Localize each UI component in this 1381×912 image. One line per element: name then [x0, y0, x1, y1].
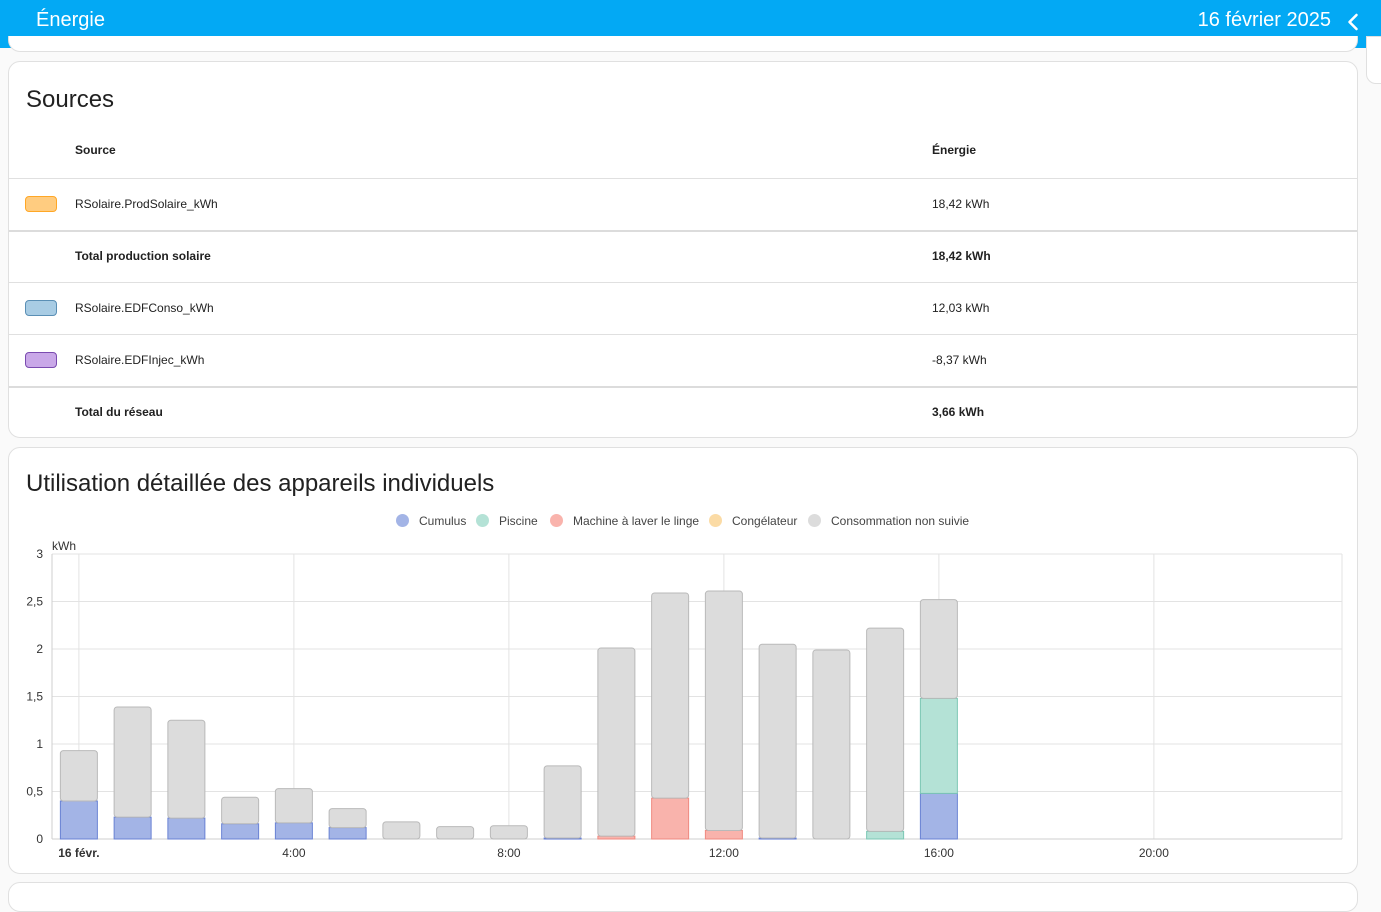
chart-bar [274, 788, 313, 824]
chart-bar [919, 792, 958, 840]
chart-bar [167, 817, 206, 840]
sources-card: Sources Source Énergie RSolaire.ProdSola… [8, 61, 1358, 438]
source-energy-value: 18,42 kWh [932, 197, 990, 211]
x-tick-label: 16 févr. [58, 846, 99, 860]
source-name: Total du réseau [75, 405, 163, 419]
x-tick-label: 8:00 [497, 846, 521, 860]
chart-bar [113, 706, 152, 818]
source-total-row: Total du réseau 3,66 kWh [9, 387, 1357, 438]
chart-bar [221, 796, 260, 825]
chart-bar [489, 825, 528, 840]
chart-bar [866, 627, 905, 832]
chart-bar [59, 800, 98, 840]
side-card [1366, 36, 1381, 84]
chart-bar [597, 647, 636, 837]
y-tick-label: 1 [36, 737, 43, 751]
source-energy-value: 18,42 kWh [932, 249, 991, 263]
x-tick-label: 20:00 [1139, 846, 1169, 860]
y-tick-label: 2 [36, 642, 43, 656]
source-name: Total production solaire [75, 249, 211, 263]
column-source: Source [75, 143, 116, 157]
source-color-swatch [25, 300, 57, 316]
source-row: RSolaire.EDFInjec_kWh -8,37 kWh [9, 335, 1357, 388]
chart-bar [167, 719, 206, 819]
chart-bar [436, 826, 475, 840]
column-energy: Énergie [932, 143, 977, 157]
device-usage-chart: 0 0,5 1 1,5 2 2,5 3 kWh 16 févr. 4:00 8:00 12:00 16:… [26, 539, 1343, 860]
chart-bar [328, 827, 367, 840]
x-tick-label: 4:00 [282, 846, 306, 860]
chart-bar [919, 697, 958, 794]
source-energy-value: 3,66 kWh [932, 405, 985, 419]
chart-bar [758, 643, 797, 839]
source-color-swatch [25, 352, 57, 368]
y-tick-label: 3 [36, 547, 43, 561]
source-name: RSolaire.ProdSolaire_kWh [75, 197, 218, 211]
next-card [8, 882, 1358, 912]
source-row: RSolaire.ProdSolaire_kWh 18,42 kWh [9, 179, 1357, 232]
source-name: RSolaire.EDFInjec_kWh [75, 353, 205, 367]
sources-title: Sources [26, 86, 115, 113]
chart-bar [651, 797, 690, 840]
y-axis-label: kWh [52, 539, 76, 553]
y-tick-label: 1,5 [26, 690, 43, 704]
chart-bar [866, 830, 905, 840]
chart-bar [704, 829, 743, 840]
previous-card [8, 36, 1358, 52]
y-tick-label: 0 [36, 832, 43, 846]
x-tick-label: 16:00 [924, 846, 954, 860]
sources-table-header: Source Énergie [9, 132, 1357, 179]
chart-bar [919, 599, 958, 699]
chart-bar [812, 649, 851, 840]
y-tick-label: 0,5 [26, 785, 43, 799]
source-energy-value: -8,37 kWh [932, 353, 987, 367]
source-color-swatch [25, 196, 57, 212]
chart-bar [59, 750, 98, 802]
x-tick-label: 12:00 [709, 846, 739, 860]
page-title: Énergie [36, 9, 105, 31]
chart-bar [651, 592, 690, 799]
chart-bar [704, 590, 743, 831]
y-tick-label: 2,5 [26, 595, 43, 609]
source-energy-value: 12,03 kWh [932, 301, 990, 315]
chevron-left-icon[interactable] [1339, 8, 1367, 36]
selected-date[interactable]: 16 février 2025 [1198, 9, 1331, 32]
chart-bar [382, 821, 421, 840]
chart-bar [543, 765, 582, 839]
source-total-row: Total production solaire 18,42 kWh [9, 231, 1357, 283]
chart-bar [328, 808, 367, 829]
chart-bar [274, 822, 313, 840]
source-name: RSolaire.EDFConso_kWh [75, 301, 214, 315]
source-row: RSolaire.EDFConso_kWh 12,03 kWh [9, 283, 1357, 335]
chart-bar [221, 823, 260, 840]
device-usage-card: Utilisation détaillée des appareils indi… [8, 447, 1358, 874]
chart-bar [113, 816, 152, 840]
